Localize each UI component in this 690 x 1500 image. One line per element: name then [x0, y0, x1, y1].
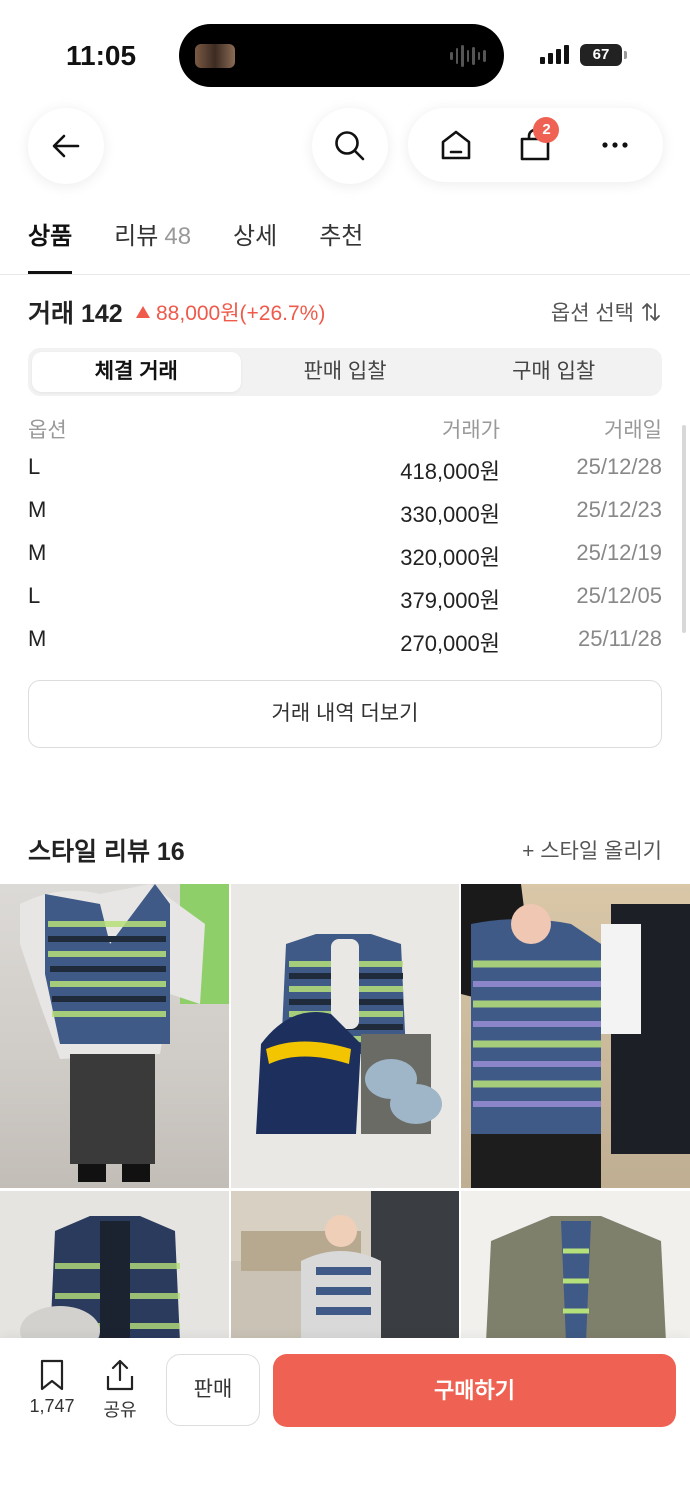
row-option: M: [28, 540, 47, 565]
trade-type-segment: 체결 거래 판매 입찰 구매 입찰: [28, 348, 662, 396]
cellular-signal-icon: [540, 44, 569, 64]
search-button[interactable]: [312, 108, 388, 184]
share-label: 공유: [103, 1400, 137, 1420]
option-select-button[interactable]: 옵션 선택: [551, 297, 662, 327]
row-option: M: [28, 497, 47, 522]
search-icon: [335, 131, 365, 161]
row-price: 320,000원: [400, 545, 500, 570]
cart-button[interactable]: 2: [505, 115, 565, 175]
now-playing-thumbnail: [195, 44, 235, 68]
header-actions: 2: [408, 108, 663, 182]
buy-button[interactable]: 구매하기: [273, 1354, 676, 1427]
table-row: M 330,000원 25/12/23: [28, 497, 662, 540]
tab-label: 상세: [233, 223, 278, 250]
audio-wave-icon: [450, 44, 487, 68]
row-date: 25/12/05: [576, 583, 662, 608]
price-up-icon: [136, 306, 150, 318]
bookmark-count: 1,747: [29, 1396, 75, 1416]
style-photo[interactable]: [461, 1191, 690, 1342]
back-button[interactable]: [28, 108, 104, 184]
segment-concluded[interactable]: 체결 거래: [32, 352, 241, 392]
price-change-value: 88,000원(+26.7%): [156, 302, 326, 325]
row-price: 379,000원: [400, 588, 500, 613]
product-tabs: 상품 리뷰 48 상세 추천: [28, 218, 363, 276]
more-horizontal-icon: [602, 142, 628, 148]
row-option: L: [28, 454, 41, 479]
style-upload-link[interactable]: + 스타일 올리기: [522, 835, 662, 865]
tab-label: 추천: [319, 223, 364, 250]
style-photo[interactable]: [231, 884, 459, 1188]
scrollbar[interactable]: [682, 425, 686, 633]
tab-product[interactable]: 상품: [28, 218, 73, 274]
cart-count-badge: 2: [533, 117, 560, 143]
tab-label: 리뷰: [114, 223, 159, 250]
style-photo-image: [20, 1216, 180, 1342]
tabs-divider: [0, 274, 690, 275]
style-photo[interactable]: [231, 1191, 459, 1342]
style-review-header: 스타일 리뷰 16 + 스타일 올리기: [28, 828, 662, 868]
style-photo-image: [486, 1216, 666, 1342]
bookmark-icon: [40, 1359, 64, 1391]
status-bar: 11:05 67: [0, 0, 690, 100]
price-change: 88,000원(+26.7%): [136, 297, 325, 327]
table-header: 옵션 거래가 거래일: [28, 414, 662, 454]
tab-review[interactable]: 리뷰 48: [114, 218, 191, 274]
style-photo-grid: [0, 884, 690, 1342]
tab-label: 상품: [28, 223, 73, 250]
segment-buy-bids[interactable]: 구매 입찰: [449, 352, 658, 392]
row-price: 418,000원: [400, 459, 500, 484]
trade-table: 옵션 거래가 거래일 L 418,000원 25/12/28 M 330,000…: [28, 414, 662, 669]
row-date: 25/11/28: [577, 626, 662, 651]
row-date: 25/12/28: [576, 454, 662, 479]
column-date: 거래일: [604, 419, 662, 442]
style-photo-image: [231, 1191, 459, 1342]
segment-sell-bids[interactable]: 판매 입찰: [241, 352, 450, 392]
row-option: L: [28, 583, 41, 608]
row-price: 270,000원: [400, 631, 500, 656]
home-button[interactable]: [426, 115, 486, 175]
column-price: 거래가: [442, 419, 500, 442]
review-count: 48: [164, 223, 192, 250]
style-photo[interactable]: [0, 1191, 229, 1342]
dynamic-island: [179, 24, 504, 87]
option-select-label: 옵션 선택: [550, 302, 634, 325]
style-photo-image: [256, 934, 442, 1134]
row-date: 25/12/23: [576, 497, 662, 522]
trade-header: 거래 142 88,000원(+26.7%) 옵션 선택: [28, 294, 662, 330]
style-photo-image: [20, 884, 229, 1182]
column-option: 옵션: [28, 419, 67, 442]
sort-arrows-icon: [642, 303, 660, 321]
style-photo-image: [461, 884, 690, 1188]
share-icon: [106, 1359, 134, 1391]
row-option: M: [28, 626, 47, 651]
style-photo[interactable]: [461, 884, 690, 1188]
table-row: M 320,000원 25/12/19: [28, 540, 662, 583]
row-date: 25/12/19: [576, 540, 662, 565]
style-review-title: 스타일 리뷰 16: [28, 838, 185, 866]
tab-recommend[interactable]: 추천: [319, 218, 363, 274]
battery-indicator: 67: [580, 44, 627, 66]
style-photo[interactable]: [0, 884, 229, 1188]
trade-count-title: 거래 142: [28, 300, 123, 328]
arrow-left-icon: [52, 134, 80, 158]
table-row: L 418,000원 25/12/28: [28, 454, 662, 497]
table-row: M 270,000원 25/11/28: [28, 626, 662, 669]
table-row: L 379,000원 25/12/05: [28, 583, 662, 626]
row-price: 330,000원: [400, 502, 500, 527]
trade-history-more-button[interactable]: 거래 내역 더보기: [28, 680, 662, 748]
bottom-action-bar: 1,747 공유 판매 구매하기: [0, 1338, 690, 1500]
share-button[interactable]: 공유: [92, 1358, 148, 1422]
tab-detail[interactable]: 상세: [233, 218, 277, 274]
sell-button[interactable]: 판매: [166, 1354, 260, 1426]
more-button[interactable]: [585, 115, 645, 175]
home-icon: [441, 130, 471, 160]
status-time: 11:05: [66, 40, 137, 71]
bookmark-button[interactable]: 1,747: [24, 1358, 80, 1417]
